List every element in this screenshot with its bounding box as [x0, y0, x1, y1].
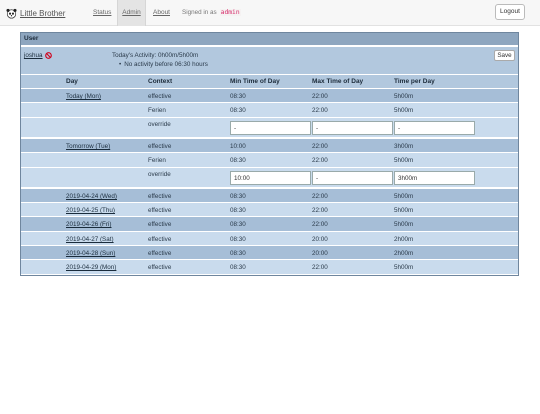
table-row: Ferien 08:30 22:00 5h00m	[21, 103, 518, 118]
table-row: 2019-04-29 (Mon) effective 08:30 22:00 5h00m	[21, 260, 518, 275]
cell-day[interactable]: 2019-04-29 (Mon)	[66, 264, 116, 271]
cell-day[interactable]: 2019-04-24 (Wed)	[66, 193, 117, 200]
logout-button[interactable]: Logout	[495, 4, 525, 20]
prohibited-icon	[45, 52, 52, 59]
cell-day[interactable]: Today (Mon)	[66, 93, 101, 100]
cell-time-per-day: 5h00m	[394, 157, 414, 164]
bullet-icon: •	[119, 61, 122, 68]
cell-max-time: 20:00	[312, 250, 328, 257]
table-row: 2019-04-26 (Fri) effective 08:30 22:00 5h00m	[21, 217, 518, 232]
cell-max-time: 22:00	[312, 93, 328, 100]
cell-max-time: 22:00	[312, 264, 328, 271]
cell-max-time: 22:00	[312, 143, 328, 150]
table-row: 2019-04-24 (Wed) effective 08:30 22:00 5h00m	[21, 189, 518, 203]
table-row: 2019-04-27 (Sat) effective 08:30 20:00 2h00m	[21, 232, 518, 246]
cell-context: Ferien	[148, 107, 166, 114]
cell-day[interactable]: 2019-04-26 (Fri)	[66, 221, 112, 228]
activity-note-text: No activity before 06:30 hours	[124, 61, 208, 68]
nav-link-status[interactable]: Status	[93, 0, 111, 26]
activity-note: • No activity before 06:30 hours	[119, 61, 208, 68]
cell-min-time: 08:30	[230, 221, 246, 228]
cell-context: effective	[148, 93, 172, 100]
signed-in-label: Signed in as	[182, 9, 217, 16]
cell-context: Ferien	[148, 157, 166, 164]
override-min-time-input[interactable]	[230, 121, 311, 135]
cell-context: override	[148, 121, 171, 128]
table-row: Tomorrow (Tue) effective 10:00 22:00 3h00m	[21, 139, 518, 153]
header-context: Context	[148, 78, 173, 85]
cell-context: override	[148, 171, 171, 178]
cell-time-per-day: 2h00m	[394, 250, 414, 257]
table-row: Ferien 08:30 22:00 5h00m	[21, 153, 518, 168]
table-row: 2019-04-25 (Thu) effective 08:30 22:00 5h00m	[21, 203, 518, 217]
table-row: Today (Mon) effective 08:30 22:00 5h00m	[21, 89, 518, 103]
cell-context: effective	[148, 143, 172, 150]
cell-time-per-day: 3h00m	[394, 143, 414, 150]
cell-max-time: 22:00	[312, 221, 328, 228]
cell-context: effective	[148, 264, 172, 271]
cell-min-time: 08:30	[230, 93, 246, 100]
override-time-per-day-input[interactable]	[394, 171, 475, 185]
cell-context: effective	[148, 207, 172, 214]
cell-min-time: 08:30	[230, 207, 246, 214]
header-day: Day	[66, 78, 78, 85]
cell-context: effective	[148, 193, 172, 200]
cell-min-time: 08:30	[230, 250, 246, 257]
signed-in-user: admin	[219, 9, 241, 16]
user-summary-row: joshua Today's Activity: 0h00m/5h00m • No…	[21, 47, 518, 75]
nav-link-admin[interactable]: Admin	[117, 0, 146, 26]
cell-day[interactable]: 2019-04-25 (Thu)	[66, 207, 115, 214]
cell-min-time: 10:00	[230, 143, 246, 150]
header-max-time: Max Time of Day	[312, 78, 364, 85]
nav-link-about[interactable]: About	[153, 0, 170, 26]
table-row: override	[21, 118, 518, 138]
user-name-link[interactable]: joshua	[24, 52, 43, 59]
override-max-time-input[interactable]	[312, 171, 393, 185]
cell-context: effective	[148, 236, 172, 243]
cell-time-per-day: 2h00m	[394, 236, 414, 243]
cell-day[interactable]: 2019-04-27 (Sat)	[66, 236, 114, 243]
cell-max-time: 22:00	[312, 107, 328, 114]
cell-time-per-day: 5h00m	[394, 221, 414, 228]
brand[interactable]: Little Brother	[6, 6, 65, 20]
activity-summary: Today's Activity: 0h00m/5h00m	[112, 52, 199, 59]
override-min-time-input[interactable]	[230, 171, 311, 185]
table-row: 2019-04-28 (Sun) effective 08:30 20:00 2h00m	[21, 246, 518, 260]
table-row: override	[21, 168, 518, 188]
cell-min-time: 08:30	[230, 236, 246, 243]
cell-time-per-day: 5h00m	[394, 93, 414, 100]
header-min-time: Min Time of Day	[230, 78, 280, 85]
brand-name[interactable]: Little Brother	[20, 9, 65, 18]
save-button[interactable]: Save	[494, 50, 515, 61]
override-max-time-input[interactable]	[312, 121, 393, 135]
cell-time-per-day: 5h00m	[394, 207, 414, 214]
cell-min-time: 08:30	[230, 107, 246, 114]
signed-in-status: Signed in as admin	[182, 0, 241, 26]
cell-context: effective	[148, 221, 172, 228]
override-time-per-day-input[interactable]	[394, 121, 475, 135]
cell-time-per-day: 5h00m	[394, 107, 414, 114]
cell-max-time: 22:00	[312, 157, 328, 164]
cell-min-time: 08:30	[230, 264, 246, 271]
cell-day[interactable]: 2019-04-28 (Sun)	[66, 250, 115, 257]
table-header: Day Context Min Time of Day Max Time of …	[21, 75, 518, 89]
cell-min-time: 08:30	[230, 157, 246, 164]
panda-logo-icon	[6, 8, 17, 19]
user-panel: User joshua Today's Activity: 0h00m/5h00…	[20, 32, 519, 276]
panel-title: User	[21, 33, 518, 45]
navbar: Little Brother Status Admin About Signed…	[0, 0, 540, 26]
cell-max-time: 22:00	[312, 193, 328, 200]
cell-day[interactable]: Tomorrow (Tue)	[66, 143, 110, 150]
cell-max-time: 22:00	[312, 207, 328, 214]
cell-max-time: 20:00	[312, 236, 328, 243]
cell-context: effective	[148, 250, 172, 257]
cell-time-per-day: 5h00m	[394, 193, 414, 200]
cell-time-per-day: 5h00m	[394, 264, 414, 271]
header-time-per-day: Time per Day	[394, 78, 435, 85]
cell-min-time: 08:30	[230, 193, 246, 200]
